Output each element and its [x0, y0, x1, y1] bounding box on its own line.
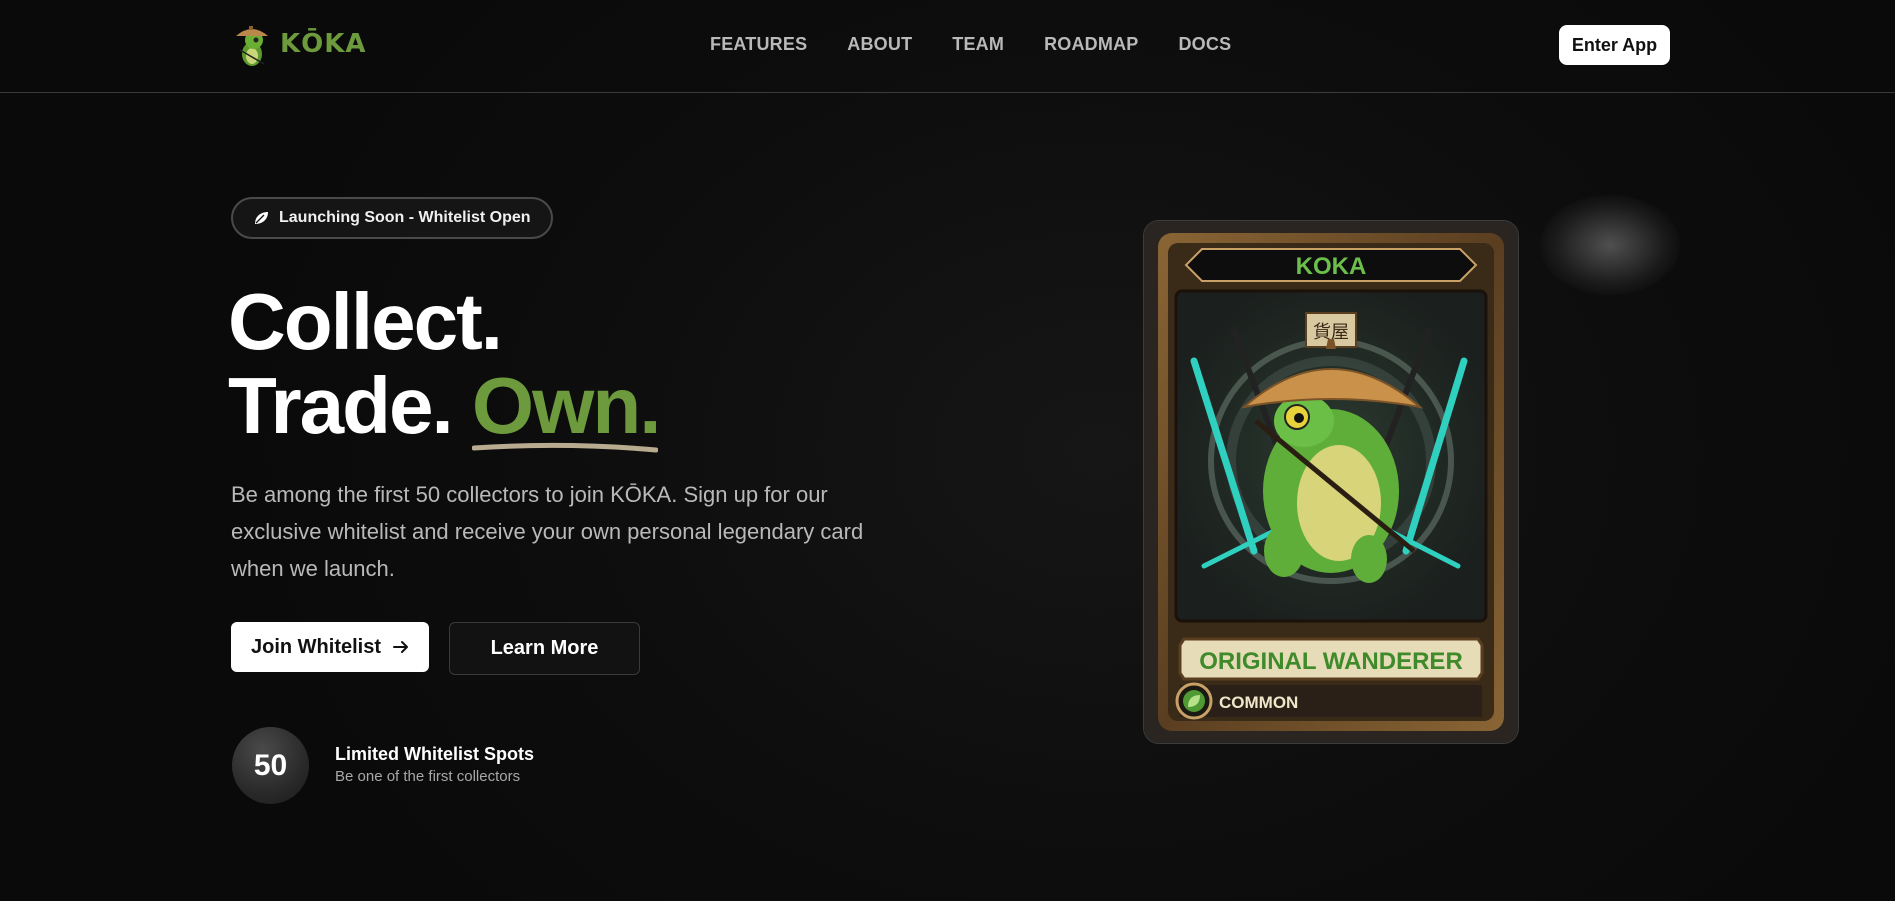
underline-decoration	[471, 442, 658, 453]
arrow-right-icon	[393, 641, 408, 653]
leaf-icon	[255, 212, 268, 224]
join-whitelist-label: Join Whitelist	[251, 635, 381, 658]
headline-own-wrap: Own.	[471, 361, 662, 453]
main-nav: FEATURES ABOUT TEAM ROADMAP DOCS	[710, 34, 1231, 55]
card-title: ORIGINAL WANDERER	[1199, 648, 1463, 675]
whitelist-count-badge: 50	[232, 727, 309, 804]
headline-own: Own.	[471, 361, 662, 450]
launch-badge-label: Launching Soon - Whitelist Open	[279, 209, 531, 226]
brand-wordmark: KŌKA	[280, 29, 367, 59]
whitelist-count-subtitle: Be one of the first collectors	[335, 768, 521, 785]
whitelist-count-title: Limited Whitelist Spots	[335, 744, 535, 764]
join-whitelist-button[interactable]: Join Whitelist	[231, 622, 429, 672]
nav-link-about[interactable]: ABOUT	[847, 34, 912, 55]
brand[interactable]: KŌKA	[232, 20, 367, 68]
collectible-card[interactable]: KOKA 貨屋 ORIGINAL WANDERER COMMON	[1143, 220, 1519, 744]
headline-trade: Trade.	[228, 361, 454, 450]
card-rarity: COMMON	[1219, 693, 1298, 712]
enter-app-button[interactable]: Enter App	[1559, 25, 1670, 65]
background-glow	[1540, 195, 1680, 295]
card-name: KOKA	[1296, 253, 1367, 280]
nav-link-roadmap[interactable]: ROADMAP	[1044, 34, 1138, 55]
launch-badge: Launching Soon - Whitelist Open	[231, 197, 553, 239]
nav-link-team[interactable]: TEAM	[952, 34, 1004, 55]
nav-link-docs[interactable]: DOCS	[1178, 34, 1231, 55]
top-navbar: KŌKA FEATURES ABOUT TEAM ROADMAP DOCS En…	[0, 0, 1895, 93]
learn-more-button[interactable]: Learn More	[449, 622, 640, 675]
headline-collect: Collect.	[228, 277, 503, 366]
hero-description: Be among the first 50 collectors to join…	[231, 482, 864, 581]
nav-link-features[interactable]: FEATURES	[710, 34, 807, 55]
hero-headline: Collect. Trade. Own.	[228, 277, 662, 453]
card-artwork: KOKA 貨屋 ORIGINAL WANDERER COMMON	[1144, 221, 1518, 743]
landing-page: KŌKA FEATURES ABOUT TEAM ROADMAP DOCS En…	[0, 0, 1895, 901]
frog-logo-icon	[236, 26, 268, 66]
